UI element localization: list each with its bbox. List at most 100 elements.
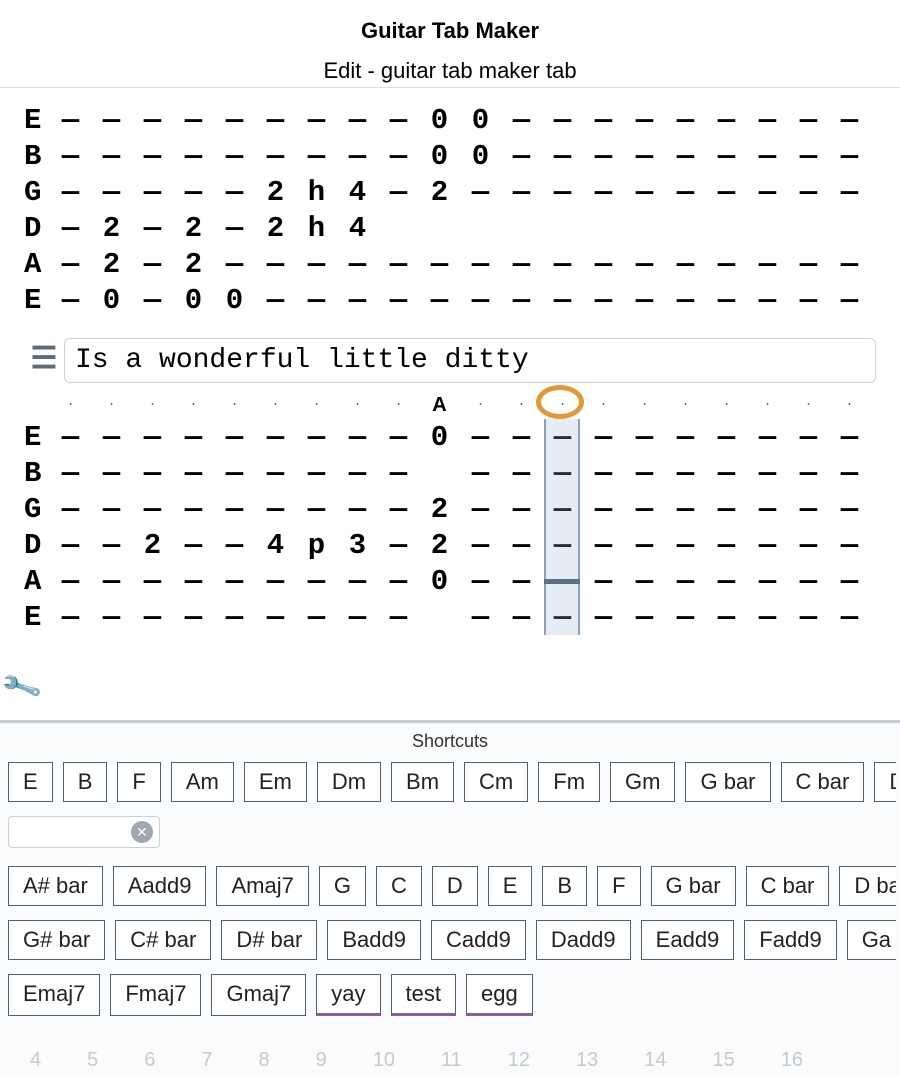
tab-cell[interactable] bbox=[583, 250, 624, 279]
tab-cell[interactable] bbox=[829, 459, 870, 488]
tab-cell[interactable] bbox=[91, 603, 132, 632]
tab-cell[interactable] bbox=[337, 567, 378, 596]
tab-cell[interactable] bbox=[542, 142, 583, 171]
marker-dot[interactable]: • bbox=[460, 402, 501, 408]
tab-cell[interactable] bbox=[583, 286, 624, 315]
tab-cell[interactable] bbox=[706, 106, 747, 135]
shortcut-chip[interactable]: Amaj7 bbox=[216, 866, 308, 906]
tab-cell[interactable] bbox=[542, 214, 583, 243]
tab-cell[interactable] bbox=[378, 106, 419, 135]
shortcut-chip[interactable]: C bar bbox=[746, 866, 830, 906]
tab-section-1[interactable]: E00B00G2h42D222h4A22E000 bbox=[24, 102, 876, 318]
tab-cell[interactable] bbox=[665, 142, 706, 171]
tab-cell[interactable] bbox=[378, 495, 419, 524]
marker-dot[interactable]: • bbox=[665, 402, 706, 408]
tab-cell[interactable] bbox=[296, 286, 337, 315]
shortcut-chip[interactable]: E bbox=[8, 762, 53, 802]
tab-cell[interactable] bbox=[747, 603, 788, 632]
tab-cell[interactable] bbox=[173, 495, 214, 524]
tab-cell[interactable] bbox=[173, 423, 214, 452]
tab-cell[interactable] bbox=[665, 495, 706, 524]
shortcut-chip[interactable]: test bbox=[391, 974, 456, 1016]
marker-dot[interactable]: • bbox=[747, 402, 788, 408]
tab-cell[interactable] bbox=[624, 459, 665, 488]
tab-cell[interactable] bbox=[624, 178, 665, 207]
tab-cell[interactable]: 2 bbox=[173, 250, 214, 279]
tab-cell[interactable]: 2 bbox=[91, 250, 132, 279]
tab-cell[interactable]: 2 bbox=[419, 531, 460, 560]
tab-cell[interactable] bbox=[50, 250, 91, 279]
tab-cell[interactable]: 0 bbox=[419, 567, 460, 596]
shortcut-chip[interactable]: C# bar bbox=[115, 920, 211, 960]
tab-cell[interactable]: 0 bbox=[91, 286, 132, 315]
tab-cell[interactable] bbox=[583, 459, 624, 488]
tab-cell[interactable] bbox=[583, 531, 624, 560]
shortcut-chip[interactable]: D# bar bbox=[221, 920, 317, 960]
tab-cell[interactable] bbox=[173, 459, 214, 488]
string-row[interactable]: E00 bbox=[24, 102, 876, 138]
tab-cell[interactable]: 0 bbox=[419, 142, 460, 171]
tab-cell[interactable] bbox=[829, 286, 870, 315]
string-row[interactable]: A22 bbox=[24, 246, 876, 282]
tab-cell[interactable] bbox=[255, 250, 296, 279]
shortcut-chip[interactable]: Bm bbox=[391, 762, 454, 802]
tab-cell[interactable] bbox=[501, 286, 542, 315]
tab-cell[interactable] bbox=[665, 531, 706, 560]
shortcut-chip[interactable]: Ga bbox=[847, 920, 896, 960]
tab-cell[interactable] bbox=[91, 495, 132, 524]
tab-cell[interactable] bbox=[378, 178, 419, 207]
tab-cell[interactable] bbox=[829, 423, 870, 452]
tab-cell[interactable] bbox=[501, 178, 542, 207]
tab-cell[interactable] bbox=[788, 142, 829, 171]
shortcut-chip[interactable]: Em bbox=[244, 762, 307, 802]
marker-dot[interactable]: • bbox=[706, 402, 747, 408]
tab-cell[interactable] bbox=[337, 250, 378, 279]
tab-cell[interactable] bbox=[624, 214, 665, 243]
tab-cell[interactable] bbox=[50, 531, 91, 560]
tab-cell[interactable] bbox=[91, 567, 132, 596]
tab-cell[interactable] bbox=[665, 603, 706, 632]
tab-cell[interactable]: 4 bbox=[255, 531, 296, 560]
shortcut-chip[interactable]: Cm bbox=[464, 762, 528, 802]
tab-cell[interactable] bbox=[624, 423, 665, 452]
tab-cell[interactable] bbox=[91, 178, 132, 207]
shortcut-chip[interactable]: Emaj7 bbox=[8, 974, 100, 1016]
tab-cell[interactable] bbox=[214, 423, 255, 452]
tab-cell[interactable] bbox=[788, 495, 829, 524]
tab-cell[interactable] bbox=[706, 423, 747, 452]
tab-cell[interactable]: 0 bbox=[173, 286, 214, 315]
tab-cell[interactable] bbox=[788, 567, 829, 596]
tab-cell[interactable] bbox=[501, 603, 542, 632]
shortcut-chip[interactable]: Fm bbox=[538, 762, 600, 802]
tab-cell[interactable] bbox=[665, 214, 706, 243]
tab-cell[interactable] bbox=[624, 567, 665, 596]
tab-cell[interactable] bbox=[501, 495, 542, 524]
tab-cell[interactable] bbox=[296, 567, 337, 596]
tab-cell[interactable] bbox=[542, 459, 583, 488]
shortcut-chip[interactable]: Fmaj7 bbox=[110, 974, 201, 1016]
tab-cell[interactable] bbox=[460, 214, 501, 243]
lyric-input[interactable] bbox=[64, 338, 876, 383]
tab-cell[interactable] bbox=[132, 567, 173, 596]
shortcut-chip[interactable]: yay bbox=[316, 974, 380, 1016]
shortcut-chip[interactable]: D bbox=[874, 762, 896, 802]
string-row[interactable]: E0 bbox=[24, 419, 876, 455]
shortcut-search-input[interactable] bbox=[15, 822, 125, 842]
tab-section-2[interactable]: •••••••••A••••••••••E0BG2D24p32A0E bbox=[24, 391, 876, 635]
tab-cell[interactable] bbox=[542, 178, 583, 207]
tab-cell[interactable] bbox=[747, 459, 788, 488]
tab-cell[interactable] bbox=[747, 178, 788, 207]
tab-cell[interactable] bbox=[542, 603, 583, 632]
tab-cell[interactable] bbox=[542, 495, 583, 524]
tab-cell[interactable] bbox=[337, 495, 378, 524]
tab-cell[interactable] bbox=[132, 495, 173, 524]
tab-cell[interactable]: 2 bbox=[132, 531, 173, 560]
tab-cell[interactable] bbox=[132, 106, 173, 135]
tab-cell[interactable] bbox=[50, 106, 91, 135]
shortcut-chip[interactable]: D bar bbox=[839, 866, 896, 906]
shortcut-chip[interactable]: Aadd9 bbox=[113, 866, 207, 906]
tab-cell[interactable] bbox=[50, 214, 91, 243]
shortcut-chip[interactable]: Eadd9 bbox=[641, 920, 735, 960]
tab-cell[interactable] bbox=[91, 423, 132, 452]
tab-cell[interactable] bbox=[255, 106, 296, 135]
